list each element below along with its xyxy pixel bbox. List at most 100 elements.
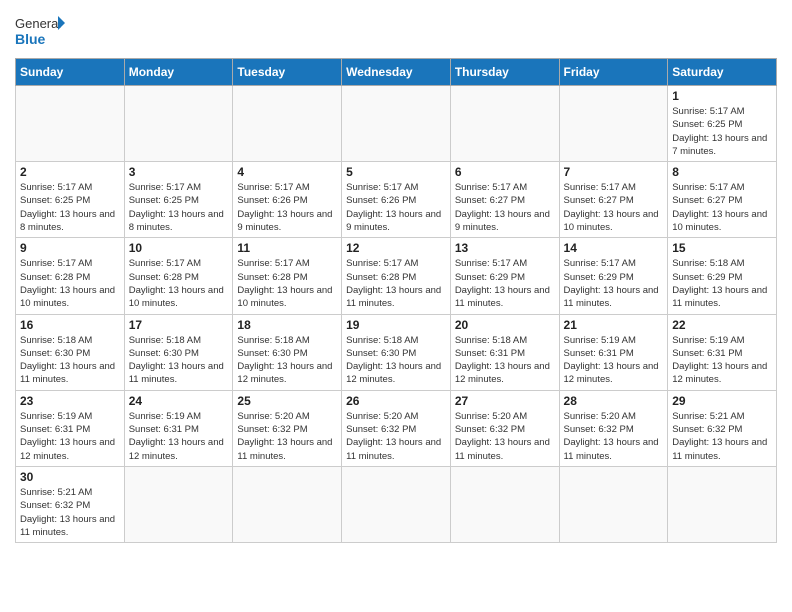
svg-text:General: General — [15, 16, 61, 31]
calendar-cell — [233, 466, 342, 542]
calendar-cell: 17Sunrise: 5:18 AM Sunset: 6:30 PM Dayli… — [124, 314, 233, 390]
calendar-cell: 4 Sunrise: 5:17 AM Sunset: 6:26 PM Daylig… — [233, 162, 342, 238]
day-number: 26 — [346, 394, 446, 408]
calendar-cell: 24 Sunrise: 5:19 AM Sunset: 6:31 PM Dayli… — [124, 390, 233, 466]
day-info: Sunrise: 5:20 AM Sunset: 6:32 PM Dayligh… — [346, 410, 446, 463]
calendar-cell: 1 Sunrise: 5:17 AM Sunset: 6:25 PM Daylig… — [668, 86, 777, 162]
day-number: 4 — [237, 165, 337, 179]
calendar-cell: 9 Sunrise: 5:17 AM Sunset: 6:28 PM Daylig… — [16, 238, 125, 314]
week-row: 16 Sunrise: 5:18 AM Sunset: 6:30 PM Dayli… — [16, 314, 777, 390]
day-number: 3 — [129, 165, 229, 179]
day-info: Sunrise: 5:17 AM Sunset: 6:27 PM Dayligh… — [564, 181, 664, 234]
day-number: 28 — [564, 394, 664, 408]
day-info: Sunrise: 5:20 AM Sunset: 6:32 PM Dayligh… — [237, 410, 337, 463]
day-info: Sunrise: 5:20 AM Sunset: 6:32 PM Dayligh… — [455, 410, 555, 463]
day-info: Sunrise: 5:21 AM Sunset: 6:32 PM Dayligh… — [672, 410, 772, 463]
calendar-cell: 29 Sunrise: 5:21 AM Sunset: 6:32 PM Dayli… — [668, 390, 777, 466]
day-number: 14 — [564, 241, 664, 255]
day-number: 15 — [672, 241, 772, 255]
calendar-cell: 23Sunrise: 5:19 AM Sunset: 6:31 PM Dayli… — [16, 390, 125, 466]
days-header-row: SundayMondayTuesdayWednesdayThursdayFrid… — [16, 59, 777, 86]
calendar-cell: 19Sunrise: 5:18 AM Sunset: 6:30 PM Dayli… — [342, 314, 451, 390]
day-info: Sunrise: 5:18 AM Sunset: 6:30 PM Dayligh… — [237, 334, 337, 387]
calendar-cell — [668, 466, 777, 542]
calendar-cell: 14Sunrise: 5:17 AM Sunset: 6:29 PM Dayli… — [559, 238, 668, 314]
calendar-cell: 16 Sunrise: 5:18 AM Sunset: 6:30 PM Dayli… — [16, 314, 125, 390]
day-number: 9 — [20, 241, 120, 255]
calendar-cell: 22 Sunrise: 5:19 AM Sunset: 6:31 PM Dayli… — [668, 314, 777, 390]
day-info: Sunrise: 5:17 AM Sunset: 6:27 PM Dayligh… — [455, 181, 555, 234]
logo-svg: General Blue — [15, 10, 65, 54]
svg-text:Blue: Blue — [15, 31, 46, 47]
day-header-tuesday: Tuesday — [233, 59, 342, 86]
day-number: 29 — [672, 394, 772, 408]
calendar-cell: 26 Sunrise: 5:20 AM Sunset: 6:32 PM Dayli… — [342, 390, 451, 466]
day-info: Sunrise: 5:21 AM Sunset: 6:32 PM Dayligh… — [20, 486, 120, 539]
day-header-wednesday: Wednesday — [342, 59, 451, 86]
calendar-cell: 13 Sunrise: 5:17 AM Sunset: 6:29 PM Dayli… — [450, 238, 559, 314]
day-number: 21 — [564, 318, 664, 332]
day-info: Sunrise: 5:17 AM Sunset: 6:25 PM Dayligh… — [672, 105, 772, 158]
day-info: Sunrise: 5:17 AM Sunset: 6:28 PM Dayligh… — [129, 257, 229, 310]
day-info: Sunrise: 5:17 AM Sunset: 6:25 PM Dayligh… — [20, 181, 120, 234]
day-number: 25 — [237, 394, 337, 408]
day-number: 11 — [237, 241, 337, 255]
week-row: 1 Sunrise: 5:17 AM Sunset: 6:25 PM Daylig… — [16, 86, 777, 162]
day-header-monday: Monday — [124, 59, 233, 86]
calendar-cell: 15 Sunrise: 5:18 AM Sunset: 6:29 PM Dayli… — [668, 238, 777, 314]
day-info: Sunrise: 5:18 AM Sunset: 6:31 PM Dayligh… — [455, 334, 555, 387]
week-row: 30 Sunrise: 5:21 AM Sunset: 6:32 PM Dayli… — [16, 466, 777, 542]
calendar-cell: 3Sunrise: 5:17 AM Sunset: 6:25 PM Daylig… — [124, 162, 233, 238]
day-number: 18 — [237, 318, 337, 332]
day-info: Sunrise: 5:17 AM Sunset: 6:29 PM Dayligh… — [455, 257, 555, 310]
day-number: 5 — [346, 165, 446, 179]
day-info: Sunrise: 5:17 AM Sunset: 6:26 PM Dayligh… — [237, 181, 337, 234]
calendar-cell — [559, 466, 668, 542]
day-header-saturday: Saturday — [668, 59, 777, 86]
calendar-cell: 27 Sunrise: 5:20 AM Sunset: 6:32 PM Dayli… — [450, 390, 559, 466]
day-number: 13 — [455, 241, 555, 255]
day-number: 24 — [129, 394, 229, 408]
calendar-cell: 20 Sunrise: 5:18 AM Sunset: 6:31 PM Dayli… — [450, 314, 559, 390]
calendar-cell: 12 Sunrise: 5:17 AM Sunset: 6:28 PM Dayli… — [342, 238, 451, 314]
logo: General Blue — [15, 10, 65, 54]
day-number: 17 — [129, 318, 229, 332]
day-number: 30 — [20, 470, 120, 484]
day-info: Sunrise: 5:19 AM Sunset: 6:31 PM Dayligh… — [564, 334, 664, 387]
day-number: 12 — [346, 241, 446, 255]
day-number: 8 — [672, 165, 772, 179]
calendar-cell — [450, 86, 559, 162]
calendar-cell: 8 Sunrise: 5:17 AM Sunset: 6:27 PM Daylig… — [668, 162, 777, 238]
day-number: 1 — [672, 89, 772, 103]
day-number: 16 — [20, 318, 120, 332]
day-info: Sunrise: 5:18 AM Sunset: 6:30 PM Dayligh… — [20, 334, 120, 387]
day-info: Sunrise: 5:17 AM Sunset: 6:28 PM Dayligh… — [346, 257, 446, 310]
day-info: Sunrise: 5:17 AM Sunset: 6:28 PM Dayligh… — [20, 257, 120, 310]
calendar-cell — [559, 86, 668, 162]
calendar-cell: 7 Sunrise: 5:17 AM Sunset: 6:27 PM Daylig… — [559, 162, 668, 238]
calendar-cell — [342, 466, 451, 542]
day-info: Sunrise: 5:19 AM Sunset: 6:31 PM Dayligh… — [129, 410, 229, 463]
calendar-table: SundayMondayTuesdayWednesdayThursdayFrid… — [15, 58, 777, 543]
day-info: Sunrise: 5:19 AM Sunset: 6:31 PM Dayligh… — [672, 334, 772, 387]
day-info: Sunrise: 5:17 AM Sunset: 6:27 PM Dayligh… — [672, 181, 772, 234]
calendar-cell: 25 Sunrise: 5:20 AM Sunset: 6:32 PM Dayli… — [233, 390, 342, 466]
day-number: 22 — [672, 318, 772, 332]
calendar-cell: 21 Sunrise: 5:19 AM Sunset: 6:31 PM Dayli… — [559, 314, 668, 390]
calendar-cell — [124, 466, 233, 542]
day-number: 6 — [455, 165, 555, 179]
calendar-cell: 10 Sunrise: 5:17 AM Sunset: 6:28 PM Dayli… — [124, 238, 233, 314]
day-number: 10 — [129, 241, 229, 255]
day-info: Sunrise: 5:18 AM Sunset: 6:30 PM Dayligh… — [346, 334, 446, 387]
day-number: 7 — [564, 165, 664, 179]
calendar-cell: 28Sunrise: 5:20 AM Sunset: 6:32 PM Dayli… — [559, 390, 668, 466]
day-number: 23 — [20, 394, 120, 408]
day-number: 2 — [20, 165, 120, 179]
day-info: Sunrise: 5:18 AM Sunset: 6:29 PM Dayligh… — [672, 257, 772, 310]
calendar-cell — [233, 86, 342, 162]
day-number: 20 — [455, 318, 555, 332]
day-number: 27 — [455, 394, 555, 408]
calendar-cell: 11Sunrise: 5:17 AM Sunset: 6:28 PM Dayli… — [233, 238, 342, 314]
calendar-cell: 30 Sunrise: 5:21 AM Sunset: 6:32 PM Dayli… — [16, 466, 125, 542]
calendar-cell — [124, 86, 233, 162]
